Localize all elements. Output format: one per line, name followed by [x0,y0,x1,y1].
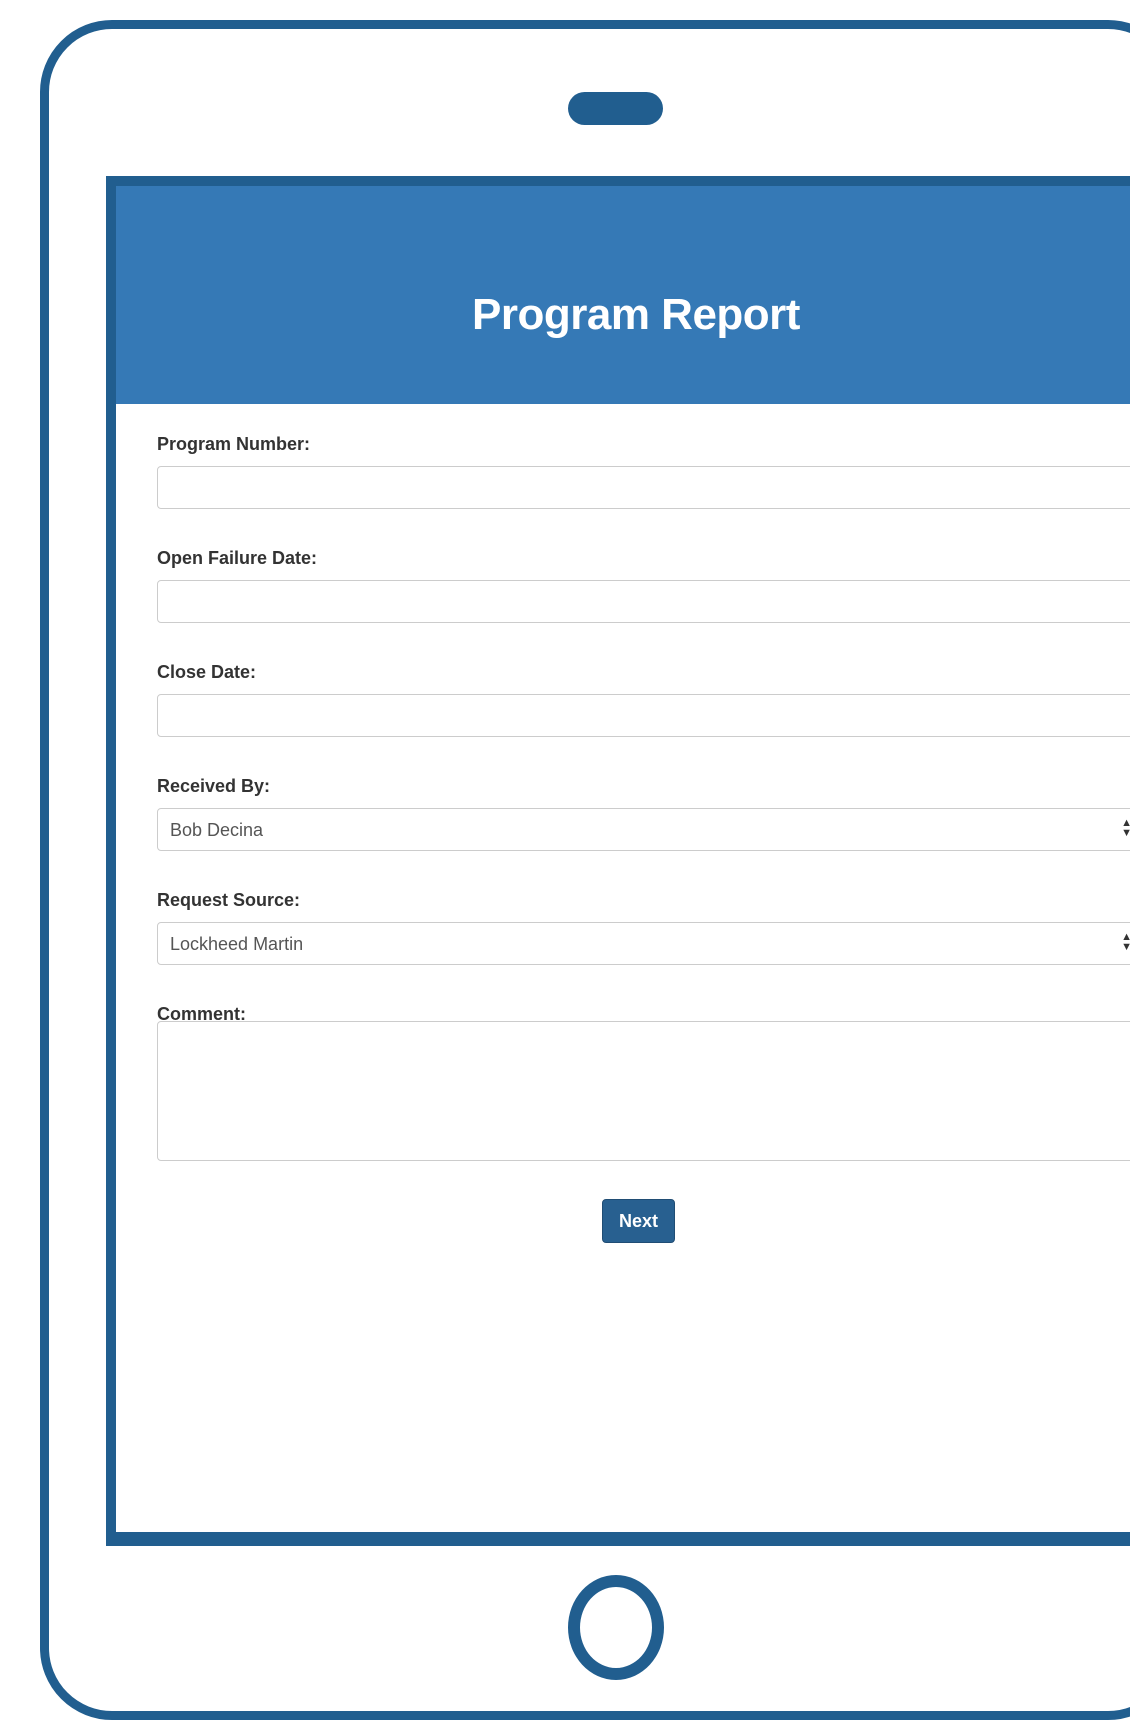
received-by-select[interactable]: Bob Decina ▲▼ [157,808,1130,851]
comment-textarea[interactable] [157,1021,1130,1161]
close-date-label: Close Date: [157,662,257,682]
report-header: Program Report [116,186,1130,404]
sort-arrows-icon: ▲▼ [1121,818,1130,839]
program-number-label: Program Number: [157,434,311,454]
request-source-label: Request Source: [157,890,301,910]
home-button[interactable] [568,1575,664,1680]
tablet-screen: Program Report Program Number: Open Fail… [106,176,1130,1546]
request-source-selected-value: Lockheed Martin [170,934,304,954]
request-source-select[interactable]: Lockheed Martin ▲▼ [157,922,1130,965]
close-date-input[interactable] [157,694,1130,737]
tablet-speaker [568,92,663,125]
received-by-selected-value: Bob Decina [170,820,264,840]
received-by-label: Received By: [157,776,271,796]
open-failure-date-input[interactable] [157,580,1130,623]
sort-arrows-icon: ▲▼ [1121,932,1130,953]
page-title: Program Report [472,290,800,339]
program-number-input[interactable] [157,466,1130,509]
open-failure-date-label: Open Failure Date: [157,548,318,568]
next-button[interactable]: Next [602,1199,675,1243]
